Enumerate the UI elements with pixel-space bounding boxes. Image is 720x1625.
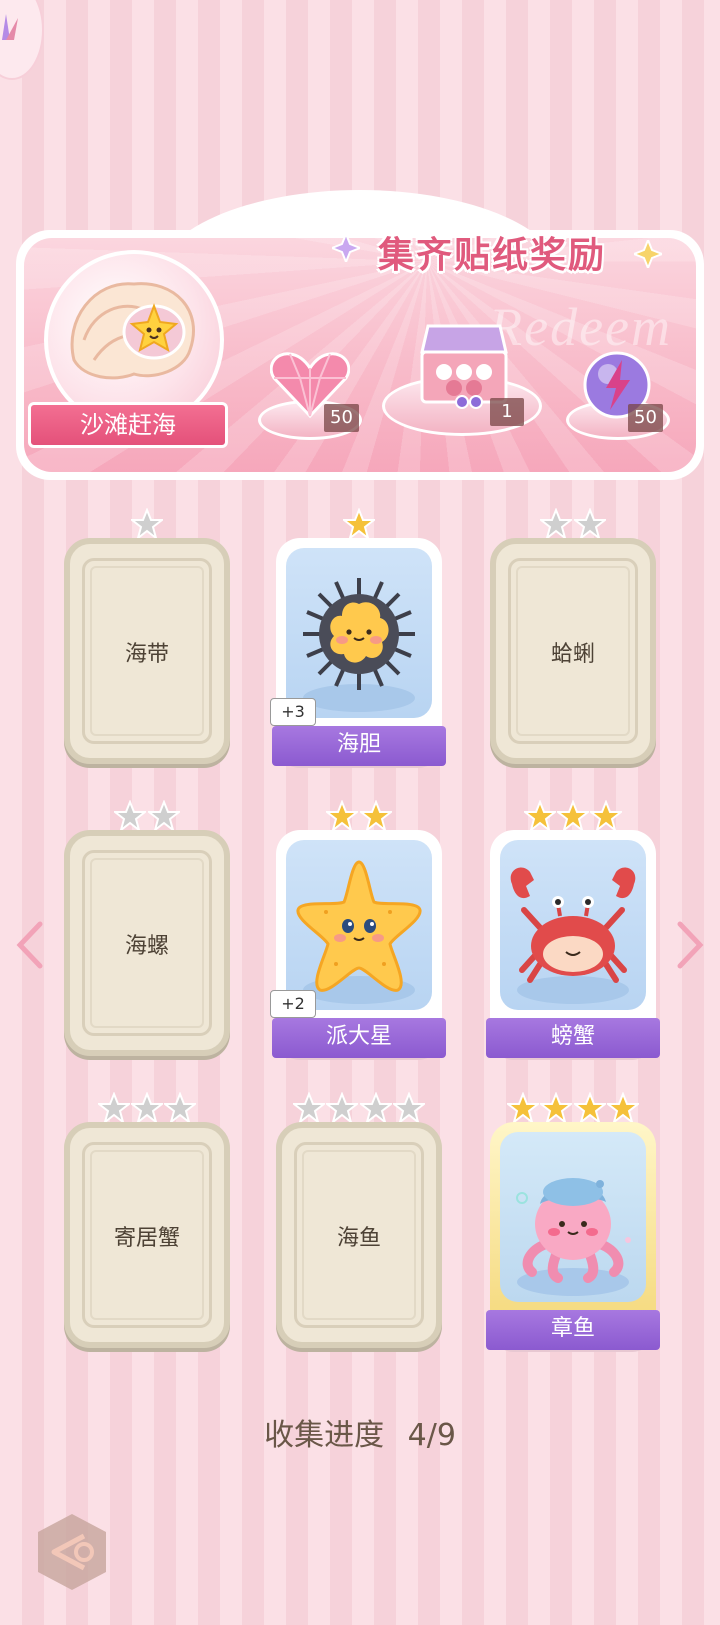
sticker-card-owned[interactable]: 螃蟹 <box>486 800 660 1058</box>
silver-star-icon <box>293 1092 326 1124</box>
previous-page-arrow-icon[interactable] <box>14 920 44 970</box>
sticker-card-owned[interactable]: 章鱼 <box>486 1092 660 1350</box>
silver-star-icon <box>392 1092 425 1124</box>
silver-star-icon <box>359 1092 392 1124</box>
back-button[interactable] <box>32 1512 112 1592</box>
fan-icon <box>2 14 18 40</box>
sticker-card-locked[interactable]: 寄居蟹 <box>64 1092 230 1348</box>
sticker-card-locked[interactable]: 蛤蜊 <box>490 508 656 764</box>
silver-star-icon <box>573 508 606 540</box>
crab-icon <box>510 867 636 1004</box>
gold-star-icon <box>359 800 392 832</box>
starfish-icon <box>296 860 422 1004</box>
gold-star-icon <box>326 800 359 832</box>
gold-star-icon <box>523 800 556 832</box>
next-page-arrow-icon[interactable] <box>676 920 706 970</box>
gold-star-icon <box>343 508 375 540</box>
card-name: 海鱼 <box>336 1226 381 1251</box>
progress-value: 4/9 <box>407 1418 456 1453</box>
silver-star-icon <box>147 800 180 832</box>
sticker-card-owned[interactable]: +2 派大星 <box>270 800 446 1058</box>
card-name: 海胆 <box>272 726 446 766</box>
card-name: 螃蟹 <box>486 1018 660 1058</box>
sticker-card-owned[interactable]: +3 海胆 <box>270 508 446 766</box>
gold-star-icon <box>573 1092 606 1124</box>
gold-star-icon <box>540 1092 573 1124</box>
reward-count: 50 <box>628 404 663 432</box>
sticker-card-locked[interactable]: 海带 <box>64 508 230 764</box>
sparkle-icon <box>332 234 360 262</box>
reward-title: 集齐贴纸奖励 <box>377 235 606 276</box>
redeem-watermark: Redeem <box>489 297 672 357</box>
menu-corner-button[interactable] <box>0 0 44 80</box>
sea-urchin-icon <box>303 578 415 712</box>
reward-count: 50 <box>324 404 359 432</box>
card-name: 海带 <box>124 642 169 667</box>
sticker-card-locked[interactable]: 海螺 <box>64 800 230 1056</box>
gold-star-icon <box>590 800 623 832</box>
silver-star-icon <box>131 1092 163 1124</box>
duplicate-count-badge: +2 <box>270 990 316 1018</box>
silver-star-icon <box>326 1092 359 1124</box>
card-name: 海螺 <box>124 934 169 959</box>
octopus-icon <box>516 1178 631 1296</box>
card-name: 蛤蜊 <box>550 642 595 667</box>
card-name: 寄居蟹 <box>113 1226 180 1251</box>
card-name: 派大星 <box>272 1018 446 1058</box>
collection-progress: 收集进度 4/9 <box>0 1410 720 1454</box>
card-name: 章鱼 <box>486 1310 660 1350</box>
progress-label: 收集进度 <box>264 1418 385 1453</box>
silver-star-icon <box>97 1092 130 1124</box>
silver-star-icon <box>540 508 573 540</box>
sticker-card-locked[interactable]: 海鱼 <box>276 1092 442 1348</box>
sparkle-icon <box>634 240 662 268</box>
gold-star-icon <box>557 800 589 832</box>
album-name-label: 沙滩赶海 <box>28 402 228 448</box>
gold-star-icon <box>606 1092 639 1124</box>
silver-star-icon <box>114 800 147 832</box>
silver-star-icon <box>131 508 163 540</box>
silver-star-icon <box>164 1092 197 1124</box>
gold-star-icon <box>507 1092 540 1124</box>
seashell-icon <box>70 282 195 380</box>
duplicate-count-badge: +3 <box>270 698 316 726</box>
gift-box-icon[interactable] <box>414 322 514 410</box>
reward-count: 1 <box>490 398 524 426</box>
